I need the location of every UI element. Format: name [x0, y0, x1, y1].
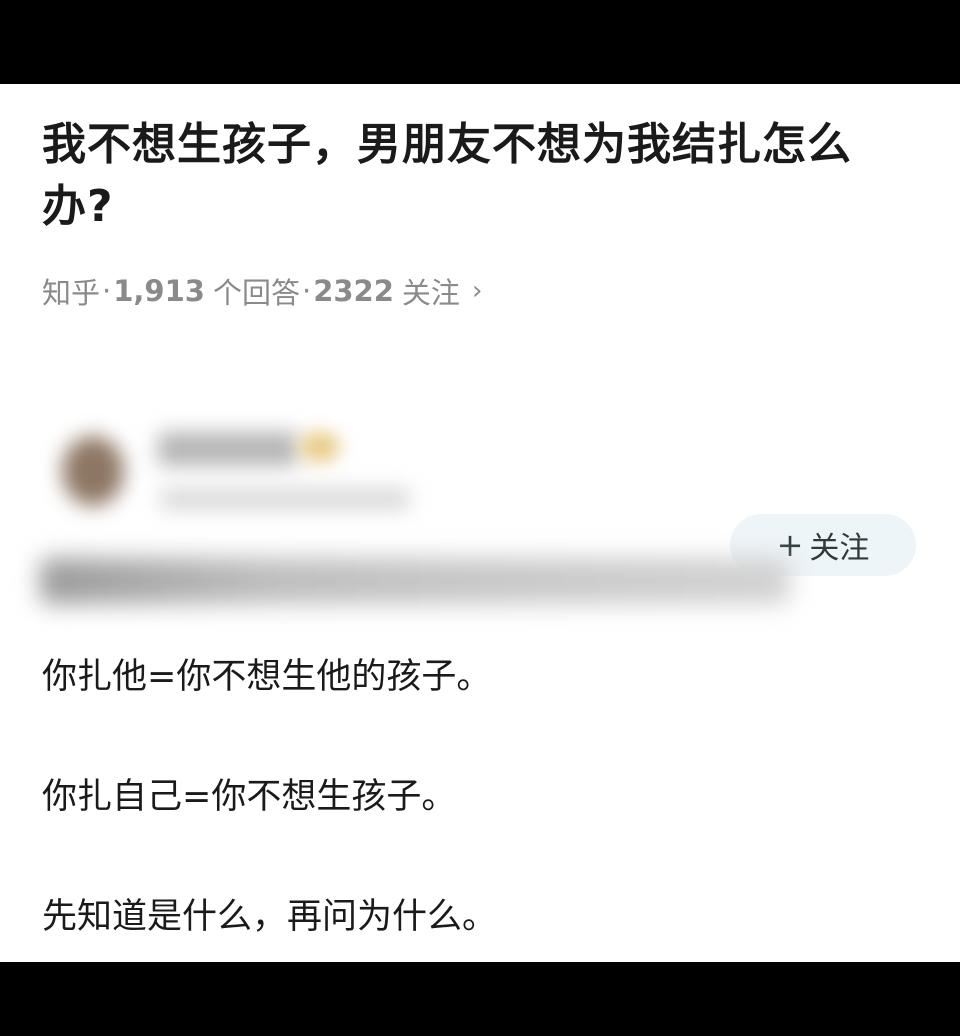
question-card: 我不想生孩子，男朋友不想为我结扎怎么办? 知乎 · 1,913 个回答 · 23…: [0, 84, 960, 962]
answers-count: 1,913: [113, 274, 205, 308]
avatar[interactable]: [62, 436, 124, 506]
bottom-black-bar: [0, 962, 960, 1036]
meta-separator: ·: [301, 274, 312, 308]
question-meta[interactable]: 知乎 · 1,913 个回答 · 2322 关注 ›: [42, 270, 482, 312]
answer-first-line-blurred: [40, 558, 790, 604]
source-label: 知乎: [42, 276, 101, 310]
followers-count: 2322: [313, 274, 394, 308]
followers-label: 关注: [401, 276, 460, 310]
author-badge-blurred: [300, 432, 340, 462]
question-title[interactable]: 我不想生孩子，男朋友不想为我结扎怎么办?: [42, 114, 922, 238]
answer-line: 你扎他=你不想生他的孩子。: [42, 657, 492, 697]
plus-icon: +: [776, 526, 804, 564]
answer-line: 你扎自己=你不想生孩子。: [42, 777, 457, 817]
follow-button-label: 关注: [809, 531, 870, 566]
author-headline-blurred: [160, 488, 410, 510]
answer-line: 先知道是什么，再问为什么。: [42, 897, 498, 937]
chevron-right-icon: ›: [471, 276, 483, 306]
answers-label: 个回答: [212, 276, 300, 310]
meta-separator: ·: [102, 274, 112, 308]
top-black-bar: [0, 0, 960, 84]
author-name-blurred[interactable]: [158, 432, 298, 466]
